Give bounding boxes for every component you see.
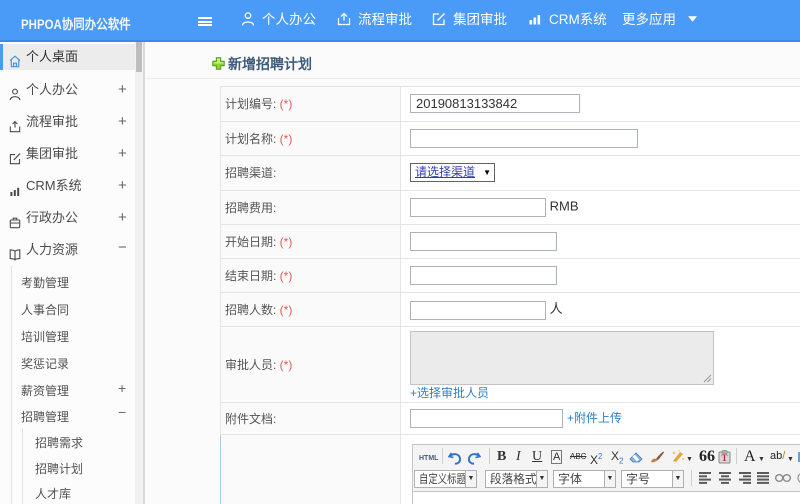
svg-text:T: T (721, 453, 727, 463)
